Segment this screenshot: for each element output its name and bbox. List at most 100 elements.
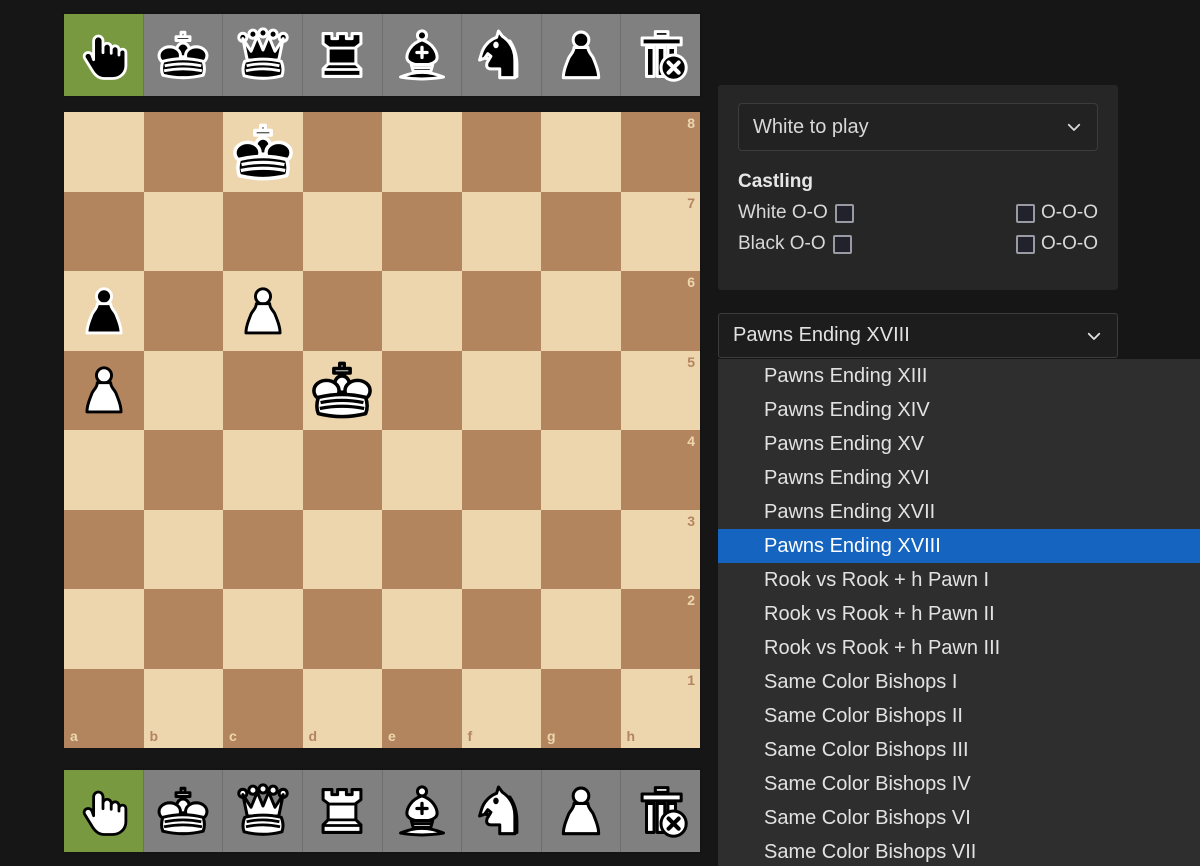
square-e2[interactable]	[382, 589, 462, 669]
square-a4[interactable]	[64, 430, 144, 510]
palette-black-rook[interactable]	[303, 14, 383, 96]
preset-option[interactable]: Pawns Ending XVII	[718, 495, 1200, 529]
preset-option[interactable]: Pawns Ending XVIII	[718, 529, 1200, 563]
castling-queenside-checkbox[interactable]	[1016, 234, 1035, 254]
preset-option[interactable]: Pawns Ending XIV	[718, 393, 1200, 427]
square-g6[interactable]	[541, 271, 621, 351]
preset-option[interactable]: Pawns Ending XV	[718, 427, 1200, 461]
square-c2[interactable]	[223, 589, 303, 669]
turn-select[interactable]: White to play	[738, 103, 1098, 151]
palette-white-queen[interactable]	[223, 770, 303, 852]
board-grid[interactable]: 8765432abcdefg1h	[64, 112, 700, 748]
square-d7[interactable]	[302, 191, 382, 271]
square-f3[interactable]	[461, 509, 541, 589]
square-b3[interactable]	[143, 509, 223, 589]
square-c4[interactable]	[223, 430, 303, 510]
square-g5[interactable]	[541, 350, 621, 430]
square-g4[interactable]	[541, 430, 621, 510]
preset-option[interactable]: Rook vs Rook + h Pawn III	[718, 631, 1200, 665]
square-e4[interactable]	[382, 430, 462, 510]
preset-option[interactable]: Pawns Ending XVI	[718, 461, 1200, 495]
square-e8[interactable]	[382, 112, 462, 192]
square-b2[interactable]	[143, 589, 223, 669]
square-g8[interactable]	[541, 112, 621, 192]
castling-kingside-checkbox[interactable]	[832, 234, 852, 254]
square-g3[interactable]	[541, 509, 621, 589]
square-e6[interactable]	[382, 271, 462, 351]
palette-white-king[interactable]	[144, 770, 224, 852]
white-piece-palette[interactable]	[62, 768, 702, 854]
square-h5[interactable]: 5	[620, 350, 700, 430]
preset-option[interactable]: Same Color Bishops IV	[718, 767, 1200, 801]
square-h4[interactable]: 4	[620, 430, 700, 510]
square-f7[interactable]	[461, 191, 541, 271]
square-e7[interactable]	[382, 191, 462, 271]
square-a1[interactable]: a	[64, 668, 144, 748]
square-c6[interactable]	[223, 271, 303, 351]
square-e3[interactable]	[382, 509, 462, 589]
square-e5[interactable]	[382, 350, 462, 430]
square-f5[interactable]	[461, 350, 541, 430]
preset-option[interactable]: Rook vs Rook + h Pawn II	[718, 597, 1200, 631]
square-e1[interactable]: e	[382, 668, 462, 748]
square-b4[interactable]	[143, 430, 223, 510]
square-d1[interactable]: d	[302, 668, 382, 748]
square-a7[interactable]	[64, 191, 144, 271]
square-a8[interactable]	[64, 112, 144, 192]
preset-option[interactable]: Pawns Ending XIII	[718, 359, 1200, 393]
square-b1[interactable]: b	[143, 668, 223, 748]
black-piece-palette[interactable]	[62, 12, 702, 98]
square-d5[interactable]	[302, 350, 382, 430]
square-f1[interactable]: f	[461, 668, 541, 748]
square-h8[interactable]: 8	[620, 112, 700, 192]
piece-white-pawn-a5[interactable]	[64, 351, 144, 431]
square-d8[interactable]	[302, 112, 382, 192]
square-g1[interactable]: g	[541, 668, 621, 748]
preset-select[interactable]: Pawns Ending XVIII	[718, 313, 1118, 358]
preset-option[interactable]: Same Color Bishops VI	[718, 801, 1200, 835]
square-h1[interactable]: 1h	[620, 668, 700, 748]
palette-white-knight[interactable]	[462, 770, 542, 852]
palette-delete-tool[interactable]	[621, 14, 700, 96]
palette-black-queen[interactable]	[223, 14, 303, 96]
preset-option[interactable]: Same Color Bishops III	[718, 733, 1200, 767]
preset-option[interactable]: Same Color Bishops VII	[718, 835, 1200, 866]
piece-white-pawn-c6[interactable]	[223, 271, 303, 351]
palette-white-pawn[interactable]	[542, 770, 622, 852]
square-g2[interactable]	[541, 589, 621, 669]
square-c7[interactable]	[223, 191, 303, 271]
square-a5[interactable]	[64, 350, 144, 431]
preset-option[interactable]: Same Color Bishops II	[718, 699, 1200, 733]
square-d4[interactable]	[302, 430, 382, 510]
square-d3[interactable]	[302, 509, 382, 589]
square-a6[interactable]	[64, 271, 144, 351]
palette-black-king[interactable]	[144, 14, 224, 96]
castling-kingside-checkbox[interactable]	[834, 203, 854, 223]
piece-black-king-c8[interactable]	[223, 112, 303, 192]
square-b8[interactable]	[143, 112, 223, 192]
palette-white-bishop[interactable]	[383, 770, 463, 852]
square-c3[interactable]	[223, 509, 303, 589]
preset-option[interactable]: Rook vs Rook + h Pawn I	[718, 563, 1200, 597]
square-f8[interactable]	[461, 112, 541, 192]
palette-white-rook[interactable]	[303, 770, 383, 852]
chessboard[interactable]: 8765432abcdefg1h	[62, 110, 702, 750]
square-g7[interactable]	[541, 191, 621, 271]
square-f2[interactable]	[461, 589, 541, 669]
palette-black-pawn[interactable]	[542, 14, 622, 96]
square-d2[interactable]	[302, 589, 382, 669]
square-c8[interactable]	[223, 112, 303, 192]
square-h7[interactable]: 7	[620, 191, 700, 271]
square-d6[interactable]	[302, 271, 382, 351]
palette-delete-tool[interactable]	[621, 770, 700, 852]
square-h6[interactable]: 6	[620, 271, 700, 351]
square-c5[interactable]	[223, 350, 303, 430]
palette-cursor-tool[interactable]	[64, 14, 144, 96]
palette-cursor-tool[interactable]	[64, 770, 144, 852]
square-b6[interactable]	[143, 271, 223, 351]
palette-black-knight[interactable]	[462, 14, 542, 96]
castling-queenside-checkbox[interactable]	[1016, 203, 1035, 223]
square-a2[interactable]	[64, 589, 144, 669]
square-b7[interactable]	[143, 191, 223, 271]
square-c1[interactable]: c	[223, 668, 303, 748]
